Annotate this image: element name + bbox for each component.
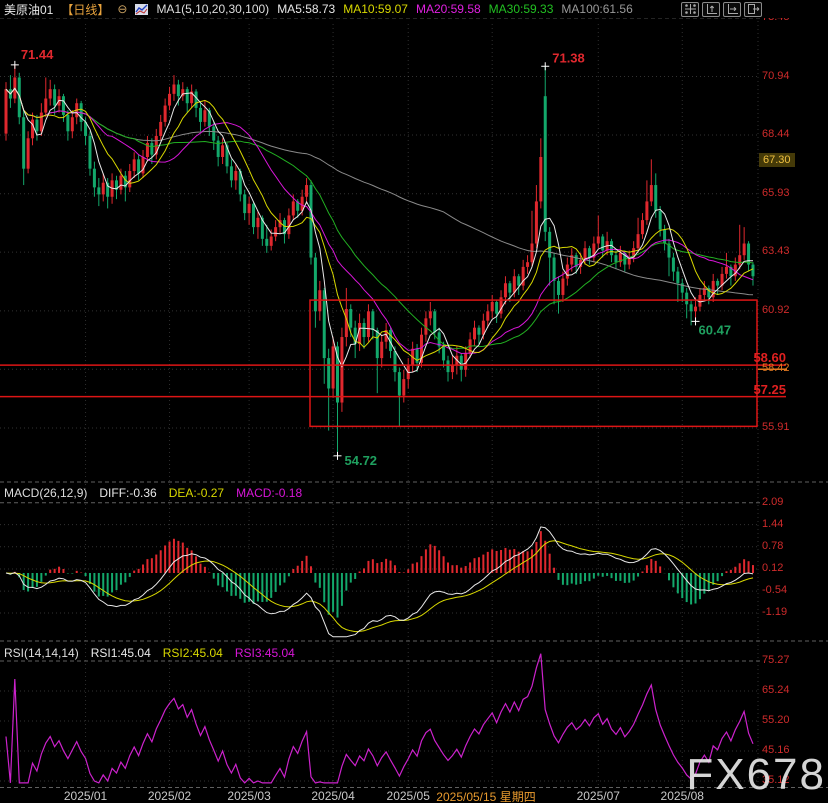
rsi-axis-tick: 55.20 [762,714,790,726]
chart-toolbar [681,2,828,17]
macd-macd-readout: MACD:-0.18 [236,486,302,500]
price-axis-tick: 70.94 [762,70,790,82]
macd-dea-readout: DEA:-0.27 [169,486,224,500]
svg-text:60.47: 60.47 [699,322,732,337]
scale-bottom-axis-icon[interactable] [723,2,741,17]
symbol-title: 美原油01 [4,1,53,18]
period-selector[interactable]: 【日线】 [61,1,109,18]
ma-settings-label: MA1(5,10,20,30,100) [156,2,269,16]
pan-right-icon[interactable] [744,2,762,17]
drawn-line-price-label: 58.60 [700,350,786,365]
svg-text:71.44: 71.44 [21,47,54,62]
macd-diff-readout: DIFF:-0.36 [99,486,156,500]
crosshair-price-label: 67.30 [759,153,795,167]
svg-text:71.38: 71.38 [552,50,585,65]
drawn-line-price-label: 57.25 [700,382,786,397]
macd-axis-tick: 0.12 [762,562,783,574]
price-axis-tick: 55.91 [762,421,790,433]
price-axis-tick: 60.92 [762,304,790,316]
rsi1-readout: RSI1:45.04 [91,646,151,660]
ma20-readout: MA20:59.58 [416,2,481,16]
chart-header: 美原油01 【日线】 ⊖ MA1(5,10,20,30,100) MA5:58.… [0,0,828,18]
ma5-readout: MA5:58.73 [277,2,335,16]
chart-window: 71.44 71.38 60.47 54.72 美原油01 【日线】 ⊖ MA1(5,… [0,0,828,803]
rsi2-readout: RSI2:45.04 [163,646,223,660]
ma100-readout: MA100:61.56 [561,2,632,16]
macd-axis-tick: 0.78 [762,540,783,552]
rsi-header: RSI(14,14,14) RSI1:45.04 RSI2:45.04 RSI3… [4,646,295,660]
date-axis-tick: 2025/03 [214,789,284,803]
price-axis-tick: 68.44 [762,128,790,140]
rsi3-readout: RSI3:45.04 [235,646,295,660]
price-axis-tick: 65.93 [762,187,790,199]
macd-axis-tick: -1.19 [762,606,787,618]
rsi-axis-tick: 65.24 [762,684,790,696]
rsi-params-label: RSI(14,14,14) [4,646,79,660]
price-axis-tick: 63.43 [762,245,790,257]
macd-axis-tick: 1.44 [762,518,783,530]
date-axis-tick: 2025/02 [135,789,205,803]
macd-axis-tick: 2.09 [762,496,783,508]
date-axis-tick: 2025/05 [373,789,443,803]
ma10-readout: MA10:59.07 [343,2,408,16]
scale-left-axis-icon[interactable] [702,2,720,17]
circle-minus-icon[interactable]: ⊖ [117,3,127,15]
move-icon[interactable] [681,2,699,17]
macd-axis-tick: -0.54 [762,584,787,596]
macd-header: MACD(26,12,9) DIFF:-0.36 DEA:-0.27 MACD:… [4,486,302,500]
date-axis-tick: 2025/04 [298,789,368,803]
date-axis-tick: 2025/07 [563,789,633,803]
macd-params-label: MACD(26,12,9) [4,486,87,500]
mini-chart-icon [135,4,148,15]
rsi-axis-tick: 75.27 [762,654,790,666]
watermark: FX678 [686,753,826,797]
ma30-readout: MA30:59.33 [489,2,554,16]
svg-text:54.72: 54.72 [345,453,378,468]
date-axis-tick: 2025/01 [51,789,121,803]
chart-canvas[interactable]: 71.44 71.38 60.47 54.72 [0,0,828,803]
crosshair-date-label: 2025/05/15 星期四 [434,788,538,803]
